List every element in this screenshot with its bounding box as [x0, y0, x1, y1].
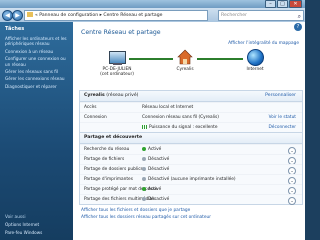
- sharing-row[interactable]: Partage des fichiers multimédias Désacti…: [80, 194, 302, 205]
- sharing-row-status: Activé: [148, 147, 162, 152]
- connection-line: [129, 58, 173, 60]
- minimize-button[interactable]: –: [265, 0, 276, 8]
- view-full-map-link[interactable]: Afficher l'intégralité du mappage: [228, 41, 299, 46]
- network-type: (réseau privé): [106, 93, 139, 98]
- router-label: Cyrealis: [176, 67, 194, 72]
- status-off-icon: [142, 176, 146, 181]
- status-off-icon: [142, 156, 146, 161]
- search-box[interactable]: Rechercher ⌕: [218, 10, 304, 21]
- sharing-row-label: Partage de dossiers publics: [84, 167, 143, 172]
- sharing-row-status: Désactivé: [148, 157, 170, 162]
- close-button[interactable]: ✕: [289, 0, 302, 8]
- sidebar-item-firewall[interactable]: Pare-feu Windows: [0, 229, 73, 236]
- network-header: Cyrealis (réseau privé) Personnaliser: [80, 91, 302, 102]
- access-value: Réseau local et Internet: [142, 105, 194, 110]
- sidebar-item-view-computers[interactable]: Afficher les ordinateurs et les périphér…: [0, 35, 73, 48]
- control-panel-icon: [27, 12, 33, 17]
- help-icon[interactable]: ?: [294, 23, 302, 31]
- sharing-row-status: Désactivé: [148, 197, 170, 202]
- network-name: Cyrealis: [84, 93, 105, 98]
- title-bar: – □ ✕: [0, 0, 305, 8]
- sharing-row[interactable]: Partage de fichiers Désactivé ⌄: [80, 154, 302, 165]
- customize-link[interactable]: Personnaliser: [265, 91, 296, 101]
- access-row: Accès Réseau local et Internet: [80, 102, 302, 112]
- sharing-header: Partage et découverte: [80, 133, 302, 144]
- connection-value: Connexion réseau sans fil (Cyrealis): [142, 115, 219, 120]
- signal-strength-icon: [142, 124, 147, 129]
- sharing-section: Partage et découverte Recherche du résea…: [79, 132, 303, 205]
- computer-label: PC-DE-JULIEN (cet ordinateur): [100, 67, 134, 77]
- search-input[interactable]: Rechercher: [221, 13, 247, 18]
- connection-row: Connexion Connexion réseau sans fil (Cyr…: [80, 112, 302, 122]
- signal-row: Puissance du signal : excellente Déconne…: [80, 122, 302, 132]
- sidebar-item-connect[interactable]: Connexion à un réseau: [0, 48, 73, 55]
- tasks-heading: Tâches: [5, 26, 25, 32]
- sharing-row[interactable]: Recherche du réseau Activé ⌄: [80, 144, 302, 155]
- sidebar-item-connections[interactable]: Gérer les connexions réseau: [0, 75, 73, 82]
- internet-label: Internet: [246, 67, 264, 72]
- sharing-row[interactable]: Partage protégé par mot de passe Activé …: [80, 184, 302, 195]
- sidebar-item-setup[interactable]: Configurer une connexion ou un réseau: [0, 55, 73, 68]
- chevron-down-icon[interactable]: ⌄: [288, 196, 296, 205]
- sharing-title: Partage et découverte: [84, 135, 143, 140]
- see-also-heading: Voir aussi: [5, 215, 26, 221]
- sharing-row-status: Désactivé: [148, 167, 170, 172]
- sharing-row-label: Partage de fichiers: [84, 157, 125, 162]
- address-toolbar: ◀ ▶ « Panneau de configuration ▸ Centre …: [0, 8, 305, 23]
- sharing-row[interactable]: Partage de dossiers publics Désactivé ⌄: [80, 164, 302, 175]
- sharing-row-status: Désactivé (aucune imprimante installée): [148, 177, 236, 182]
- content-pane: ? Centre Réseau et partage Afficher l'in…: [73, 22, 305, 240]
- forward-arrow-icon[interactable]: ▶: [12, 10, 23, 21]
- sharing-row[interactable]: Partage d'imprimantes Désactivé (aucune …: [80, 174, 302, 185]
- sharing-row-label: Recherche du réseau: [84, 147, 130, 152]
- sharing-row-label: Partage d'imprimantes: [84, 177, 133, 182]
- address-bar[interactable]: « Panneau de configuration ▸ Centre Rése…: [24, 10, 208, 21]
- connection-line: [197, 58, 243, 60]
- show-shared-folders-link[interactable]: Afficher tous les dossiers réseau partag…: [81, 215, 211, 220]
- status-on-icon: [142, 146, 146, 151]
- sidebar-item-wireless[interactable]: Gérer les réseaux sans fil: [0, 68, 73, 75]
- window-controls: – □ ✕: [265, 0, 302, 8]
- access-label: Accès: [84, 105, 97, 110]
- address-path: « Panneau de configuration ▸ Centre Rése…: [35, 13, 163, 18]
- network-section: Cyrealis (réseau privé) Personnaliser Ac…: [79, 90, 303, 133]
- view-status-link[interactable]: Voir le statut: [269, 113, 296, 122]
- see-also-section: Voir aussi Options Internet Pare-feu Win…: [0, 214, 73, 236]
- sharing-row-status: Activé: [148, 187, 162, 192]
- home-network-icon: [177, 49, 193, 65]
- sidebar-item-diagnose[interactable]: Diagnostiquer et réparer: [0, 83, 73, 90]
- status-off-icon: [142, 166, 146, 171]
- search-icon[interactable]: ⌕: [298, 12, 301, 21]
- sidebar-item-internet-options[interactable]: Options Internet: [0, 221, 73, 228]
- disconnect-link[interactable]: Déconnecter: [269, 123, 297, 132]
- show-shared-files-link[interactable]: Afficher tous les fichiers et dossiers q…: [81, 208, 190, 213]
- network-map: PC-DE-JULIEN (cet ordinateur) Cyrealis I…: [73, 48, 305, 88]
- task-pane: Tâches Afficher les ordinateurs et les p…: [0, 22, 73, 240]
- internet-globe-icon: [247, 49, 264, 66]
- status-off-icon: [142, 196, 146, 201]
- connection-label: Connexion: [84, 115, 107, 120]
- maximize-button[interactable]: □: [277, 0, 288, 8]
- page-title: Centre Réseau et partage: [81, 29, 161, 36]
- computer-stand: [113, 63, 122, 65]
- signal-strength-value: Puissance du signal : excellente: [149, 125, 218, 130]
- status-on-icon: [142, 186, 146, 191]
